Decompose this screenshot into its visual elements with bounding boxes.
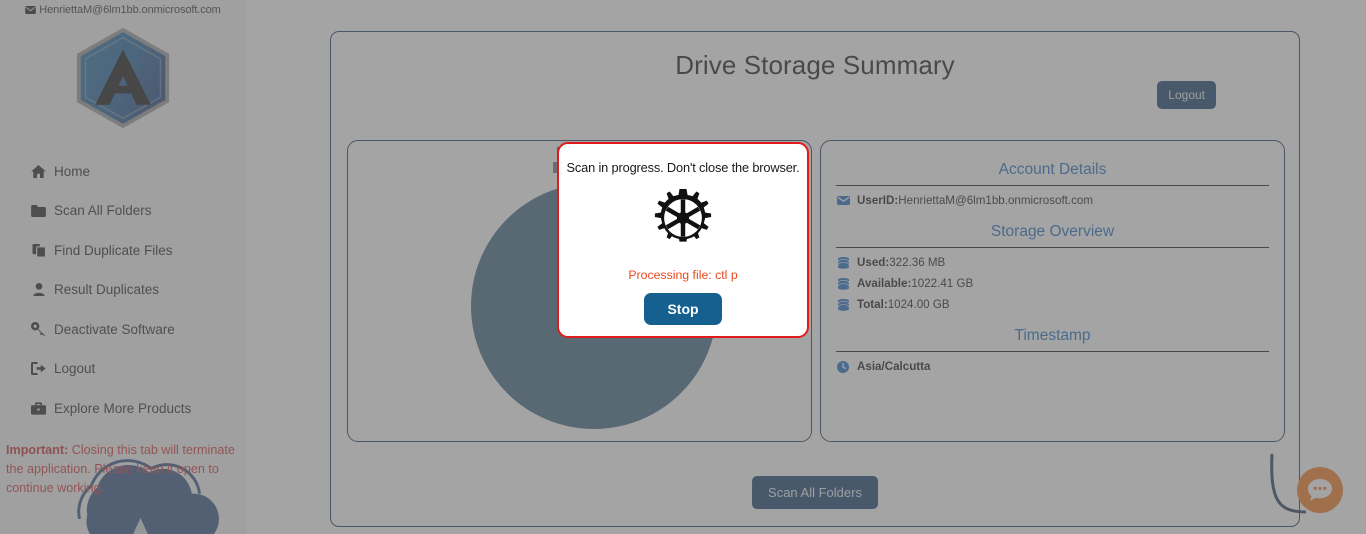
scan-modal-title: Scan in progress. Don't close the browse… xyxy=(566,160,800,175)
scan-status-text: Processing file: ctl p xyxy=(628,268,738,282)
cog-icon xyxy=(654,188,712,242)
stop-button[interactable]: Stop xyxy=(644,293,722,325)
scan-progress-modal: Scan in progress. Don't close the browse… xyxy=(557,142,809,338)
